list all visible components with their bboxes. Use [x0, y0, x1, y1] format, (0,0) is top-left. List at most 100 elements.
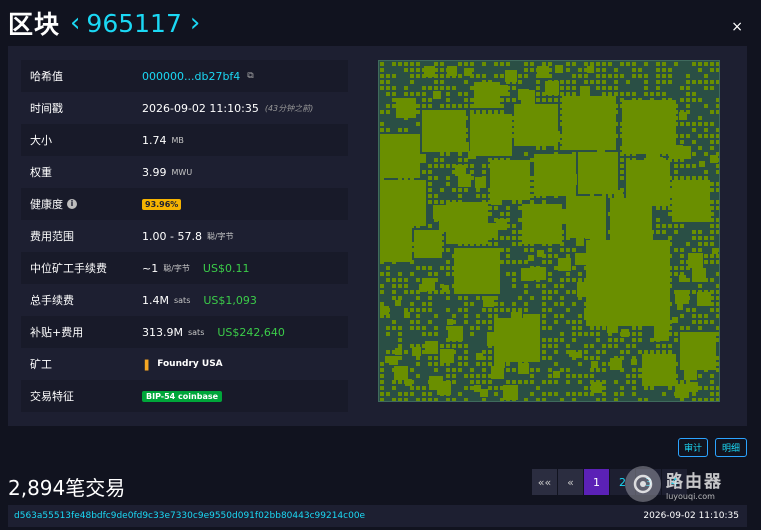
tx-tile[interactable] — [470, 86, 474, 90]
tx-tile[interactable] — [710, 308, 714, 312]
tx-tile[interactable] — [548, 392, 552, 396]
tx-tile[interactable] — [530, 248, 534, 252]
tx-tile[interactable] — [482, 362, 486, 366]
tx-tile[interactable] — [458, 356, 462, 360]
tx-tile[interactable] — [458, 92, 462, 96]
tx-tile[interactable] — [524, 290, 528, 294]
tx-tile[interactable] — [602, 398, 606, 402]
tx-tile[interactable] — [422, 104, 426, 108]
tx-tile[interactable] — [530, 296, 534, 300]
tx-tile[interactable] — [476, 74, 480, 78]
tx-tile[interactable] — [596, 80, 600, 84]
tx-tile[interactable] — [554, 344, 558, 348]
tx-tile[interactable] — [542, 398, 546, 402]
tx-tile[interactable] — [518, 74, 522, 78]
tx-tile[interactable] — [537, 250, 544, 257]
tx-tile[interactable] — [405, 379, 412, 386]
tx-tile[interactable] — [458, 308, 462, 312]
tx-tile[interactable] — [548, 368, 552, 372]
tx-tile[interactable] — [530, 176, 534, 180]
tx-tile[interactable] — [710, 260, 714, 264]
tx-tile[interactable] — [688, 253, 703, 268]
tx-tile[interactable] — [452, 104, 456, 108]
tx-tile[interactable] — [656, 86, 660, 90]
tx-tile[interactable] — [458, 362, 462, 366]
tx-tile[interactable] — [518, 236, 522, 240]
tx-tile[interactable] — [680, 224, 684, 228]
tx-tile[interactable] — [692, 314, 696, 318]
tx-tile[interactable] — [584, 332, 588, 336]
tx-tile[interactable] — [440, 188, 444, 192]
tx-tile[interactable] — [680, 98, 684, 102]
tx-tile[interactable] — [410, 302, 414, 306]
tx-tile[interactable] — [488, 320, 492, 324]
tx-tile[interactable] — [536, 386, 540, 390]
tx-tile[interactable] — [475, 177, 486, 188]
tx-tile[interactable] — [392, 284, 396, 288]
tx-tile[interactable] — [650, 350, 654, 354]
tx-tile[interactable] — [704, 128, 708, 132]
tx-tile[interactable] — [536, 98, 540, 102]
first-page-button[interactable]: «« — [532, 469, 557, 495]
tx-tile[interactable] — [446, 272, 450, 276]
tx-tile[interactable] — [632, 380, 636, 384]
tx-tile[interactable] — [716, 134, 720, 138]
tx-tile[interactable] — [398, 128, 402, 132]
tx-tile[interactable] — [712, 248, 718, 254]
tx-tile[interactable] — [560, 296, 564, 300]
tx-tile[interactable] — [698, 248, 702, 252]
tx-tile[interactable] — [380, 284, 384, 288]
tx-tile[interactable] — [503, 385, 518, 400]
tx-tile[interactable] — [380, 68, 384, 72]
tx-tile[interactable] — [692, 392, 696, 396]
tx-tile[interactable] — [440, 158, 444, 162]
tx-tile[interactable] — [518, 242, 522, 246]
tx-tile[interactable] — [506, 254, 510, 258]
tx-tile[interactable] — [476, 314, 480, 318]
tx-tile[interactable] — [590, 368, 594, 372]
tx-tile[interactable] — [440, 152, 444, 156]
tx-tile[interactable] — [692, 290, 696, 294]
tx-tile[interactable] — [512, 200, 516, 204]
tx-tile[interactable] — [692, 122, 696, 126]
tx-tile[interactable] — [500, 212, 504, 216]
tx-tile[interactable] — [542, 308, 546, 312]
tx-tile[interactable] — [716, 128, 720, 132]
audit-button[interactable]: 审计 — [678, 438, 708, 457]
tx-tile[interactable] — [716, 206, 720, 210]
tx-tile[interactable] — [584, 386, 588, 390]
tx-tile[interactable] — [512, 224, 516, 228]
tx-tile[interactable] — [398, 284, 402, 288]
tx-tile[interactable] — [428, 266, 432, 270]
tx-tile[interactable] — [458, 158, 462, 162]
tx-tile[interactable] — [512, 260, 516, 264]
tx-tile[interactable] — [446, 374, 450, 378]
tx-tile[interactable] — [446, 308, 450, 312]
tx-tile[interactable] — [572, 338, 576, 342]
tx-tile[interactable] — [578, 74, 582, 78]
tx-tile[interactable] — [554, 392, 558, 396]
tx-tile[interactable] — [698, 326, 702, 330]
tx-tile[interactable] — [422, 332, 426, 336]
tx-tile[interactable] — [692, 176, 696, 180]
tx-tile[interactable] — [416, 122, 420, 126]
tx-tile[interactable] — [578, 278, 582, 282]
tx-tile[interactable] — [514, 104, 558, 146]
tx-tile[interactable] — [524, 284, 528, 288]
tx-tile[interactable] — [586, 240, 670, 326]
tx-tile[interactable] — [566, 196, 606, 238]
tx-tile[interactable] — [416, 74, 420, 78]
tx-tile[interactable] — [518, 308, 522, 312]
tx-tile[interactable] — [674, 272, 678, 276]
tx-tile[interactable] — [452, 188, 456, 192]
tx-tile[interactable] — [476, 353, 483, 360]
tx-tile[interactable] — [428, 86, 432, 90]
tx-tile[interactable] — [488, 110, 492, 114]
tx-tile[interactable] — [662, 230, 666, 234]
tx-tile[interactable] — [476, 188, 480, 192]
tx-tile[interactable] — [458, 188, 462, 192]
tx-tile[interactable] — [716, 386, 720, 390]
tx-tile[interactable] — [678, 146, 691, 159]
next-block-icon[interactable]: › — [190, 10, 200, 36]
tx-tile[interactable] — [380, 110, 384, 114]
